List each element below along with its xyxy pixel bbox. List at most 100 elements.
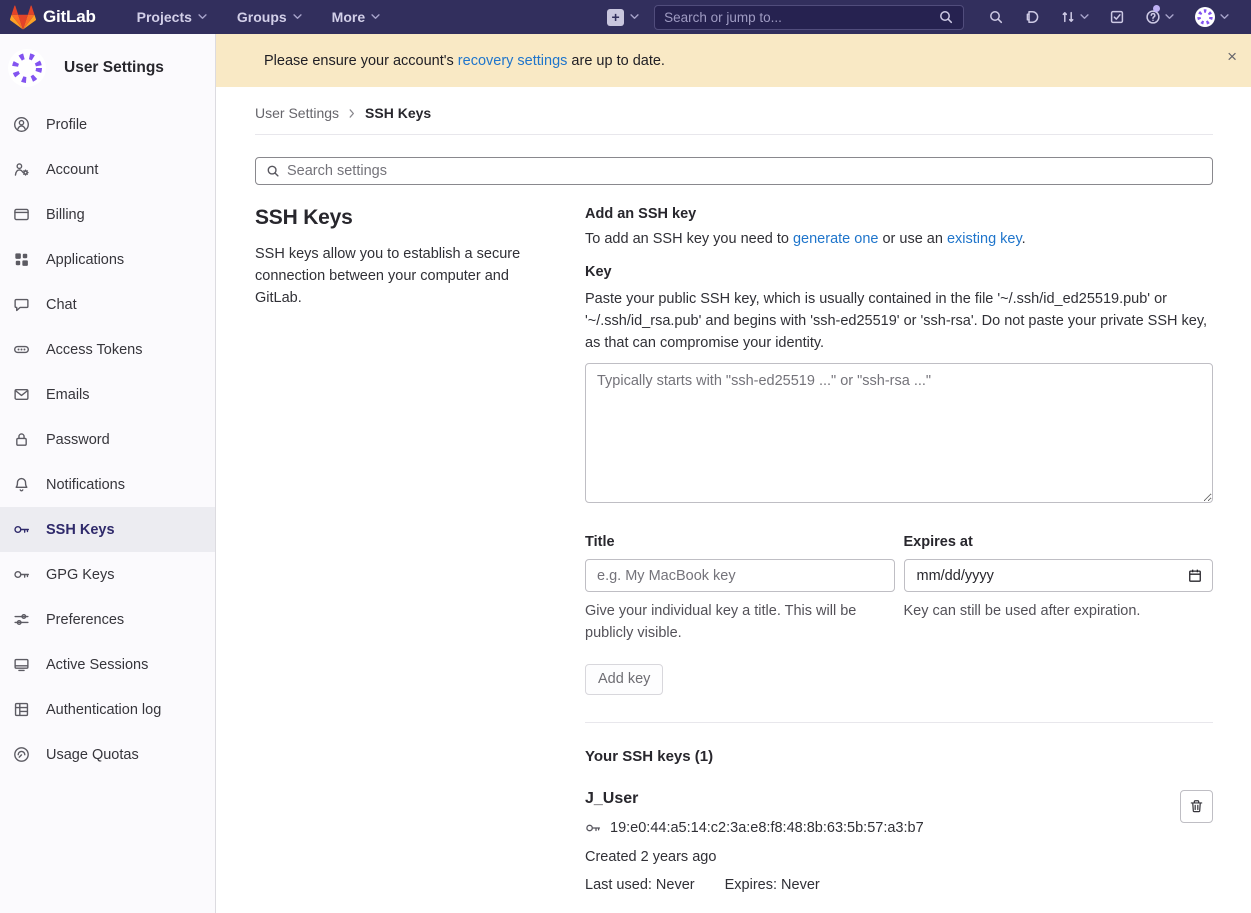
merge-requests-button[interactable]	[1050, 0, 1099, 34]
sidebar-item-applications[interactable]: Applications	[0, 237, 215, 282]
title-input[interactable]	[585, 559, 895, 592]
sidebar-item-preferences[interactable]: Preferences	[0, 597, 215, 642]
issues-icon	[1024, 9, 1040, 25]
search-button[interactable]	[978, 0, 1014, 34]
nav-menu: Projects Groups More	[122, 0, 395, 34]
help-button[interactable]	[1135, 0, 1184, 34]
nav-item-label: Projects	[137, 9, 192, 25]
expires-field-help: Key can still be used after expiration.	[904, 601, 1214, 623]
search-icon	[988, 9, 1004, 25]
sidebar-item-usage-quotas[interactable]: Usage Quotas	[0, 732, 215, 777]
settings-search-input[interactable]	[287, 163, 1202, 179]
ssh-key-fingerprint: 19:e0:44:a5:14:c2:3a:e8:f8:48:8b:63:5b:5…	[610, 820, 924, 836]
notifications-icon	[13, 476, 30, 493]
generate-one-link[interactable]: generate one	[793, 231, 878, 247]
sidebar-item-label: Chat	[46, 297, 77, 313]
sidebar-item-label: Active Sessions	[46, 657, 148, 673]
section-intro: SSH Keys SSH keys allow you to establish…	[255, 206, 545, 893]
sidebar-item-ssh-keys[interactable]: SSH Keys	[0, 507, 215, 552]
calendar-icon[interactable]	[1188, 568, 1202, 583]
add-key-intro: To add an SSH key you need to generate o…	[585, 231, 1213, 247]
sidebar-item-label: Emails	[46, 387, 90, 403]
existing-key-link[interactable]: existing key	[947, 231, 1022, 247]
breadcrumb-divider	[255, 134, 1213, 135]
chevron-down-icon	[1080, 14, 1089, 20]
columns: SSH Keys SSH keys allow you to establish…	[255, 206, 1213, 893]
password-icon	[13, 431, 30, 448]
authentication-log-icon	[13, 701, 30, 718]
title-expires-row: Title Give your individual key a title. …	[585, 534, 1213, 645]
ssh-key-textarea[interactable]	[585, 363, 1213, 503]
nav-item-projects[interactable]: Projects	[122, 0, 222, 34]
delete-key-button[interactable]	[1180, 790, 1213, 823]
sidebar-item-emails[interactable]: Emails	[0, 372, 215, 417]
settings-sidebar: User Settings Profile Account Bil	[0, 34, 216, 913]
content-body: User Settings SSH Keys SSH Keys SSH keys…	[216, 87, 1251, 893]
sidebar-item-label: Profile	[46, 117, 87, 133]
sidebar-item-billing[interactable]: Billing	[0, 192, 215, 237]
user-menu-button[interactable]	[1184, 0, 1239, 34]
expires-date-input[interactable]: mm/dd/yyyy	[904, 559, 1214, 592]
sidebar-item-authentication-log[interactable]: Authentication log	[0, 687, 215, 732]
page-title: SSH Keys	[255, 206, 545, 230]
preferences-icon	[13, 611, 30, 628]
ssh-key-list-item: J_User 19:e0:44:a5:14:c2:3a:e8:f8:48:8b:…	[585, 790, 1213, 893]
new-menu-button[interactable]: +	[607, 9, 639, 26]
recovery-settings-alert: Please ensure your account's recovery se…	[216, 34, 1251, 87]
issues-button[interactable]	[1014, 0, 1050, 34]
ssh-key-meta: Last used: Never Expires: Never	[585, 877, 1163, 893]
section-form: Add an SSH key To add an SSH key you nee…	[585, 206, 1213, 893]
main-content: Please ensure your account's recovery se…	[216, 34, 1251, 913]
gitlab-home-link[interactable]: GitLab	[10, 5, 96, 30]
sidebar-nav: Profile Account Billing A	[0, 102, 215, 777]
alert-text-before: Please ensure your account's	[264, 53, 458, 69]
sidebar-item-chat[interactable]: Chat	[0, 282, 215, 327]
usage-quotas-icon	[13, 746, 30, 763]
close-icon[interactable]: ×	[1227, 48, 1237, 65]
chevron-down-icon	[198, 14, 207, 20]
sidebar-item-label: Preferences	[46, 612, 124, 628]
key-field-help: Paste your public SSH key, which is usua…	[585, 289, 1213, 354]
sidebar-item-label: Applications	[46, 252, 124, 268]
chevron-down-icon	[1220, 14, 1229, 20]
ssh-key-name[interactable]: J_User	[585, 790, 1163, 808]
plus-icon: +	[607, 9, 624, 26]
page: User Settings Profile Account Bil	[0, 34, 1251, 913]
sidebar-item-gpg-keys[interactable]: GPG Keys	[0, 552, 215, 597]
your-ssh-keys-heading: Your SSH keys (1)	[585, 748, 1213, 765]
recovery-settings-link[interactable]: recovery settings	[458, 53, 568, 69]
sidebar-item-password[interactable]: Password	[0, 417, 215, 462]
chevron-down-icon	[1165, 14, 1174, 20]
sidebar-item-notifications[interactable]: Notifications	[0, 462, 215, 507]
sidebar-item-account[interactable]: Account	[0, 147, 215, 192]
avatar	[7, 48, 47, 88]
chevron-down-icon	[630, 14, 639, 20]
global-search[interactable]	[654, 5, 964, 30]
nav-item-label: More	[332, 9, 365, 25]
sidebar-item-profile[interactable]: Profile	[0, 102, 215, 147]
sidebar-item-active-sessions[interactable]: Active Sessions	[0, 642, 215, 687]
nav-item-label: Groups	[237, 9, 287, 25]
sidebar-item-label: Authentication log	[46, 702, 161, 718]
expires-field-label: Expires at	[904, 534, 1214, 550]
gpg-keys-icon	[13, 566, 30, 583]
nav-item-more[interactable]: More	[317, 0, 395, 34]
account-icon	[13, 161, 30, 178]
todos-button[interactable]	[1099, 0, 1135, 34]
global-search-input[interactable]	[664, 10, 930, 25]
breadcrumb-user-settings[interactable]: User Settings	[255, 105, 339, 121]
sidebar-item-access-tokens[interactable]: Access Tokens	[0, 327, 215, 372]
avatar	[1194, 6, 1216, 28]
ssh-keys-icon	[13, 521, 30, 538]
intro-text: To add an SSH key you need to	[585, 231, 793, 247]
section-divider	[585, 722, 1213, 723]
nav-center: +	[607, 5, 964, 30]
brand-name: GitLab	[43, 7, 96, 27]
merge-request-icon	[1060, 9, 1076, 25]
active-sessions-icon	[13, 656, 30, 673]
search-icon	[266, 164, 280, 178]
add-key-button[interactable]: Add key	[585, 664, 663, 695]
nav-item-groups[interactable]: Groups	[222, 0, 317, 34]
settings-search[interactable]	[255, 157, 1213, 185]
date-placeholder: mm/dd/yyyy	[917, 568, 994, 584]
